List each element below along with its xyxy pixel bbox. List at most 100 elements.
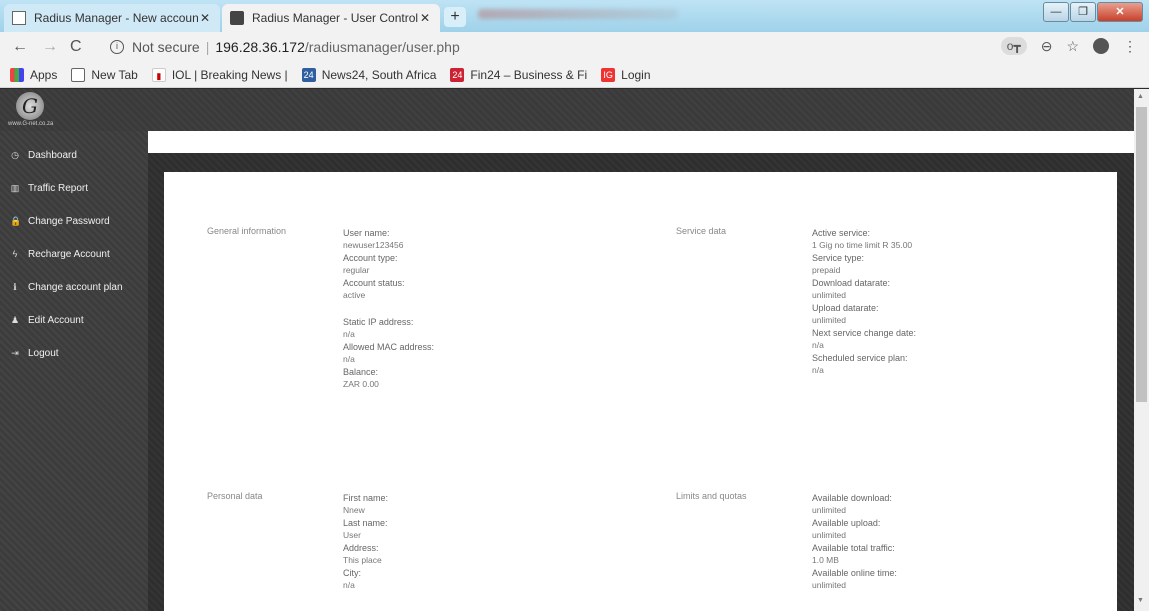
field-label: Allowed MAC address: [343, 342, 435, 352]
news24-icon: 24 [301, 67, 316, 82]
sidebar-item-traffic-report[interactable]: ▥ Traffic Report [0, 173, 148, 203]
close-icon[interactable]: ✕ [198, 11, 212, 25]
mac-value: n/a [343, 354, 355, 364]
field-label: Account status: [343, 278, 405, 288]
service-data-fields: Active service: 1 Gig no time limit R 35… [812, 227, 916, 377]
sidebar-item-label: Dashboard [28, 149, 77, 161]
page-scrollbar[interactable]: ▲ ▼ [1134, 89, 1149, 611]
iol-icon: ▮ [151, 67, 166, 82]
bookmark-news24[interactable]: 24 News24, South Africa [301, 67, 437, 82]
sidebar-item-edit-account[interactable]: ♟ Edit Account [0, 305, 148, 335]
sidebar-item-label: Logout [28, 347, 59, 359]
bookmark-login[interactable]: IG Login [601, 67, 651, 82]
sidebar: ◷ Dashboard ▥ Traffic Report 🔒 Change Pa… [0, 131, 148, 611]
reload-button[interactable]: C [70, 38, 82, 56]
close-icon[interactable]: ✕ [418, 11, 432, 25]
info-icon[interactable]: i [110, 40, 124, 54]
lightning-icon: ϟ [12, 249, 18, 259]
sidebar-item-label: Recharge Account [28, 248, 110, 260]
address-bar: ← → C i Not secure | 196.28.36.172 /radi… [0, 32, 1149, 62]
url-field[interactable]: i Not secure | 196.28.36.172 /radiusmana… [98, 36, 460, 58]
address-bar-actions: o┳ ⊖ ☆ ⋮ [1000, 37, 1137, 55]
security-label: Not secure [132, 39, 200, 55]
minimize-button[interactable]: — [1043, 2, 1069, 22]
scroll-down-icon[interactable]: ▼ [1137, 597, 1144, 604]
bookmark-label: News24, South Africa [321, 67, 437, 82]
general-info-fields: User name: newuser123456 Account type: r… [343, 227, 434, 391]
field-label: Next service change date: [812, 328, 917, 338]
field-label: Upload datarate: [812, 303, 879, 313]
sidebar-item-change-account-plan[interactable]: ℹ Change account plan [0, 272, 148, 302]
field-label: Available upload: [812, 518, 881, 528]
tab-title: Radius Manager - New account i [34, 11, 198, 25]
sidebar-item-dashboard[interactable]: ◷ Dashboard [0, 140, 148, 170]
limits-quotas-fields: Available download: unlimited Available … [812, 492, 897, 592]
scroll-up-icon[interactable]: ▲ [1137, 93, 1144, 100]
logo-text: www.G-net.co.za [8, 121, 54, 127]
logo-glyph: G [16, 92, 44, 120]
login-icon: IG [601, 67, 616, 82]
zoom-icon[interactable]: ⊖ [1041, 38, 1053, 55]
section-title-limits: Limits and quotas [676, 491, 747, 501]
bookmark-apps[interactable]: Apps [10, 67, 57, 82]
forward-button[interactable]: → [42, 38, 58, 56]
apps-grid-icon [10, 67, 24, 82]
active-service-value: 1 Gig no time limit R 35.00 [812, 240, 913, 250]
scroll-thumb[interactable] [1136, 107, 1147, 402]
service-type-value: prepaid [812, 265, 841, 275]
new-tab-button[interactable]: + [444, 7, 466, 27]
key-icon[interactable]: o┳ [1000, 37, 1027, 55]
tab-new-account[interactable]: Radius Manager - New account i ✕ [4, 4, 220, 32]
back-button[interactable]: ← [12, 38, 28, 56]
sidebar-item-logout[interactable]: ⇥ Logout [0, 338, 148, 368]
account-status-value: active [343, 290, 366, 300]
url-separator: | [205, 39, 210, 55]
bookmark-label: Fin24 – Business & Fi [470, 67, 588, 82]
background-window-title [478, 9, 678, 19]
bookmark-fin24[interactable]: 24 Fin24 – Business & Fi [450, 67, 588, 82]
field-label: User name: [343, 228, 390, 238]
sidebar-item-label: Traffic Report [28, 182, 89, 194]
first-name-value: Nnew [343, 505, 365, 515]
next-change-value: n/a [812, 340, 824, 350]
field-label: Download datarate: [812, 278, 891, 288]
city-value: n/a [343, 580, 355, 590]
section-title-service: Service data [676, 226, 727, 236]
field-label: Last name: [343, 518, 388, 528]
window-close-button[interactable]: ✕ [1097, 2, 1143, 22]
field-label: Available download: [812, 493, 892, 503]
sidebar-item-recharge-account[interactable]: ϟ Recharge Account [0, 239, 148, 269]
profile-icon[interactable] [1093, 38, 1109, 54]
bookmark-new-tab[interactable]: New Tab [71, 67, 138, 82]
section-title-general: General information [207, 226, 287, 236]
star-icon[interactable]: ☆ [1066, 38, 1079, 55]
field-label: Scheduled service plan: [812, 353, 908, 363]
menu-icon[interactable]: ⋮ [1123, 38, 1137, 55]
page-icon [12, 11, 26, 25]
upload-rate-value: unlimited [812, 315, 847, 325]
bookmark-label: New Tab [91, 67, 138, 82]
content-top-bar [148, 131, 1134, 153]
sidebar-item-change-password[interactable]: 🔒 Change Password [0, 206, 148, 236]
account-type-value: regular [343, 265, 370, 275]
bookmarks-bar: Apps New Tab ▮ IOL | Breaking News | 24 … [0, 62, 1149, 88]
info-icon: ℹ [13, 281, 17, 292]
field-label: Account type: [343, 253, 398, 263]
static-ip-value: n/a [343, 329, 355, 339]
sidebar-item-label: Edit Account [28, 314, 84, 326]
bookmark-iol[interactable]: ▮ IOL | Breaking News | [151, 67, 288, 82]
dashboard-icon: ◷ [11, 149, 19, 160]
download-rate-value: unlimited [812, 290, 847, 300]
last-name-value: User [343, 530, 361, 540]
balance-value: ZAR 0.00 [343, 379, 379, 389]
field-label: Available online time: [812, 568, 897, 578]
field-label: Address: [343, 543, 379, 553]
browser-tab-bar: Radius Manager - New account i ✕ Radius … [0, 0, 1149, 32]
available-download-value: unlimited [812, 505, 847, 515]
user-name-value: newuser123456 [343, 240, 404, 250]
logout-icon: ⇥ [11, 347, 19, 358]
maximize-button[interactable]: ❐ [1070, 2, 1096, 22]
tab-user-control-panel[interactable]: Radius Manager - User Control P ✕ [222, 4, 440, 32]
user-info-panel: General information User name: newuser12… [164, 172, 1117, 611]
site-logo[interactable]: G www.G-net.co.za [8, 92, 58, 130]
